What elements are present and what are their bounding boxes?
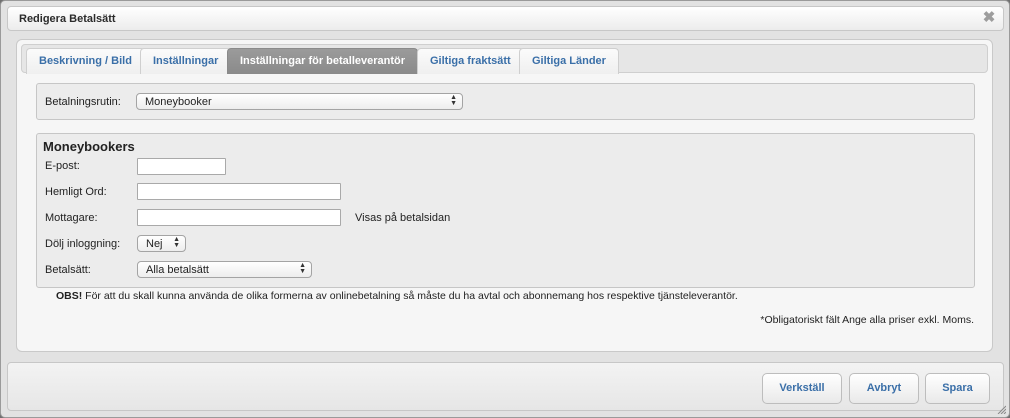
payment-routine-panel: Betalningsrutin: Moneybooker ▲ ▼ bbox=[36, 83, 975, 120]
resize-grip-icon[interactable] bbox=[996, 404, 1006, 414]
payment-routine-value: Moneybooker bbox=[145, 96, 212, 108]
tab-valid-countries[interactable]: Giltiga Länder bbox=[519, 48, 619, 74]
secret-word-label: Hemligt Ord: bbox=[45, 186, 107, 198]
tab-description-image[interactable]: Beskrivning / Bild bbox=[26, 48, 145, 74]
secret-word-field[interactable] bbox=[137, 183, 341, 200]
payment-routine-label: Betalningsrutin: bbox=[45, 96, 121, 108]
moneybookers-panel: Moneybookers E-post: Hemligt Ord: Mottag… bbox=[36, 133, 975, 288]
notice-prefix: OBS! bbox=[56, 290, 83, 302]
select-arrows-icon: ▲ ▼ bbox=[450, 94, 457, 107]
cancel-button[interactable]: Avbryt bbox=[849, 373, 919, 404]
edit-payment-method-dialog: Redigera Betalsätt ✖ Beskrivning / Bild … bbox=[0, 0, 1010, 418]
tab-settings[interactable]: Inställningar bbox=[140, 48, 232, 74]
provider-section-title: Moneybookers bbox=[43, 139, 135, 154]
email-label: E-post: bbox=[45, 160, 80, 172]
notice-body: För att du skall kunna använda de olika … bbox=[82, 290, 738, 302]
apply-button[interactable]: Verkställ bbox=[762, 373, 842, 404]
tab-valid-shipping[interactable]: Giltiga fraktsätt bbox=[417, 48, 524, 74]
dialog-footer: Verkställ Avbryt Spara bbox=[7, 362, 1004, 411]
payment-methods-select[interactable]: Alla betalsätt ▲ ▼ bbox=[137, 261, 312, 278]
required-fields-footnote: *Obligatoriskt fält Ange alla priser exk… bbox=[760, 314, 974, 326]
hide-login-label: Dölj inloggning: bbox=[45, 238, 121, 250]
select-arrows-icon: ▲ ▼ bbox=[173, 236, 180, 249]
payment-routine-select[interactable]: Moneybooker ▲ ▼ bbox=[136, 93, 463, 110]
notice-text: OBS! För att du skall kunna använda de o… bbox=[56, 290, 738, 302]
dialog-title: Redigera Betalsätt bbox=[19, 13, 116, 25]
tab-provider-settings[interactable]: Inställningar för betalleverantör bbox=[227, 48, 419, 74]
recipient-hint: Visas på betalsidan bbox=[355, 212, 451, 224]
hide-login-value: Nej bbox=[146, 238, 163, 250]
dialog-titlebar[interactable]: Redigera Betalsätt ✖ bbox=[7, 6, 1004, 31]
save-button[interactable]: Spara bbox=[925, 373, 990, 404]
hide-login-select[interactable]: Nej ▲ ▼ bbox=[137, 235, 186, 252]
recipient-field[interactable] bbox=[137, 209, 341, 226]
tab-bar: Beskrivning / Bild Inställningar Inställ… bbox=[21, 44, 988, 74]
close-icon[interactable]: ✖ bbox=[981, 9, 997, 27]
email-field[interactable] bbox=[137, 158, 226, 175]
dialog-content: Beskrivning / Bild Inställningar Inställ… bbox=[16, 39, 993, 352]
payment-methods-value: Alla betalsätt bbox=[146, 264, 209, 276]
select-arrows-icon: ▲ ▼ bbox=[299, 262, 306, 275]
recipient-label: Mottagare: bbox=[45, 212, 98, 224]
payment-methods-label: Betalsätt: bbox=[45, 264, 91, 276]
